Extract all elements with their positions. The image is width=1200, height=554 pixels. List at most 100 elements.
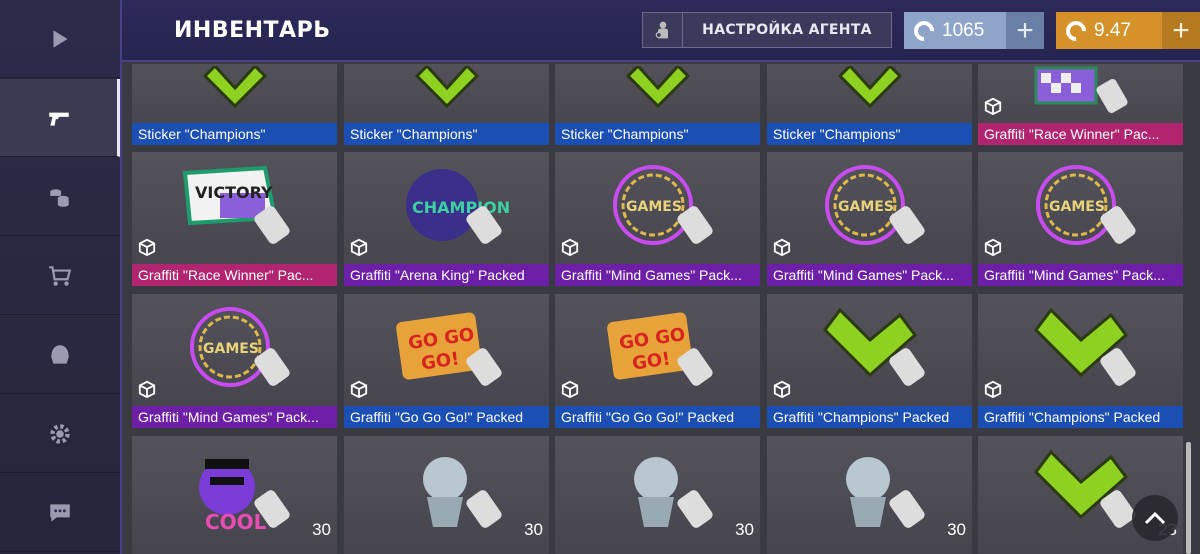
item-label: Graffiti "Champions" Packed (767, 406, 972, 428)
graffiti-go-go-go-image: GO GO GO! (344, 294, 549, 406)
inventory-item[interactable]: COOL 30 (132, 436, 337, 554)
package-icon (138, 380, 156, 398)
sidebar-item-chat[interactable] (0, 474, 120, 552)
package-icon (984, 97, 1002, 115)
item-label: Graffiti "Mind Games" Pack... (555, 264, 760, 286)
sidebar-item-shop[interactable] (0, 237, 120, 315)
inventory-item[interactable]: GAMES Graffiti "Mind Games" Pack... (978, 152, 1183, 286)
inventory-item[interactable]: CHAMPION Graffiti "Arena King" Packed (344, 152, 549, 286)
item-label: Graffiti "Champions" Packed (978, 406, 1183, 428)
item-label: Graffiti "Mind Games" Pack... (767, 264, 972, 286)
credits-balance: 1065 + (904, 12, 1044, 49)
item-label: Graffiti "Go Go Go!" Packed (555, 406, 760, 428)
chat-icon (50, 503, 70, 522)
credits-coin-icon (909, 16, 939, 45)
svg-text:COOL: COOL (205, 510, 267, 534)
coins-icon (50, 188, 69, 207)
item-label: Graffiti "Race Winner" Pac... (132, 264, 337, 286)
svg-text:VICTORY: VICTORY (195, 183, 273, 202)
inventory-item[interactable]: 30 (555, 436, 760, 554)
graffiti-ct-eliminated-image (767, 436, 972, 548)
inventory-item[interactable]: Graffiti "Race Winner" Pac... (978, 64, 1183, 145)
svg-text:GAMES: GAMES (838, 199, 894, 215)
inventory-item[interactable]: 30 (767, 436, 972, 554)
item-label: Graffiti "Mind Games" Pack... (132, 406, 337, 428)
inventory-item[interactable]: 30 (344, 436, 549, 554)
cart-icon (49, 265, 72, 286)
agent-icon (643, 13, 683, 47)
graffiti-race-winner-image (978, 64, 1183, 123)
play-icon (53, 29, 68, 48)
item-label: Graffiti "Go Go Go!" Packed (344, 406, 549, 428)
item-label: Sticker "Champions" (767, 123, 972, 145)
graffiti-mind-games-image: GAMES (767, 152, 972, 264)
item-count: 30 (947, 520, 966, 539)
graffiti-mind-games-image: GAMES (555, 152, 760, 264)
sidebar (0, 0, 122, 554)
svg-text:GAMES: GAMES (203, 341, 259, 357)
sidebar-item-clan[interactable] (0, 316, 120, 394)
svg-text:GAMES: GAMES (1049, 199, 1105, 215)
sticker-champions-image (344, 64, 549, 123)
gold-value: 9.47 (1094, 19, 1131, 41)
graffiti-mind-games-image: GAMES (132, 294, 337, 406)
package-icon (350, 238, 368, 256)
graffiti-champions-image (978, 294, 1183, 406)
package-icon (561, 238, 579, 256)
top-bar: ИНВЕНТАРЬ НАСТРОЙКА АГЕНТА 1065 + 9.47 + (122, 0, 1200, 62)
inventory-item[interactable]: Sticker "Champions" (344, 64, 549, 145)
scrollbar-thumb[interactable] (1186, 442, 1191, 554)
item-label: Sticker "Champions" (344, 123, 549, 145)
add-credits-button[interactable]: + (1006, 12, 1044, 49)
inventory-item[interactable]: VICTORY Graffiti "Race Winner" Pac... (132, 152, 337, 286)
graffiti-go-go-go-image: GO GO GO! (555, 294, 760, 406)
sticker-champions-image (767, 64, 972, 123)
add-gold-button[interactable]: + (1162, 12, 1200, 49)
inventory-grid: Sticker "Champions" Sticker "Champions" … (122, 64, 1200, 554)
sidebar-item-play[interactable] (0, 0, 120, 78)
item-count: 30 (312, 520, 331, 539)
svg-text:CHAMPION: CHAMPION (412, 198, 510, 217)
package-icon (984, 380, 1002, 398)
inventory-item[interactable]: Sticker "Champions" (555, 64, 760, 145)
inventory-item[interactable]: Sticker "Champions" (767, 64, 972, 145)
inventory-item[interactable]: GO GO GO! Graffiti "Go Go Go!" Packed (555, 294, 760, 428)
sidebar-item-coins[interactable] (0, 158, 120, 236)
inventory-item[interactable]: GAMES Graffiti "Mind Games" Pack... (132, 294, 337, 428)
graffiti-cool-image: COOL (132, 436, 337, 548)
item-label: Graffiti "Mind Games" Pack... (978, 264, 1183, 286)
scroll-to-top-button[interactable] (1132, 495, 1178, 541)
sidebar-item-settings[interactable] (0, 395, 120, 473)
inventory-item[interactable]: GAMES Graffiti "Mind Games" Pack... (767, 152, 972, 286)
gear-icon (50, 423, 70, 444)
graffiti-race-winner-image: VICTORY (132, 152, 337, 264)
item-label: Sticker "Champions" (555, 123, 760, 145)
svg-text:GAMES: GAMES (626, 199, 682, 215)
package-icon (350, 380, 368, 398)
gold-balance: 9.47 + (1056, 12, 1200, 49)
inventory-item[interactable]: Graffiti "Champions" Packed (767, 294, 972, 428)
agent-settings-label: НАСТРОЙКА АГЕНТА (702, 22, 872, 38)
item-label: Sticker "Champions" (132, 123, 337, 145)
inventory-item[interactable]: Sticker "Champions" (132, 64, 337, 145)
sticker-champions-image (132, 64, 337, 123)
agent-settings-button[interactable]: НАСТРОЙКА АГЕНТА (642, 12, 892, 48)
package-icon (773, 380, 791, 398)
sidebar-item-inventory[interactable] (0, 79, 120, 157)
page-title: ИНВЕНТАРЬ (174, 18, 331, 43)
inventory-item[interactable]: Graffiti "Champions" Packed (978, 294, 1183, 428)
helmet-icon (51, 344, 69, 364)
item-count: 30 (735, 520, 754, 539)
inventory-item[interactable]: GAMES Graffiti "Mind Games" Pack... (555, 152, 760, 286)
inventory-item[interactable]: GO GO GO! Graffiti "Go Go Go!" Packed (344, 294, 549, 428)
item-label: Graffiti "Race Winner" Pac... (978, 123, 1183, 145)
graffiti-champions-image (767, 294, 972, 406)
item-count: 30 (524, 520, 543, 539)
graffiti-mind-games-image: GAMES (978, 152, 1183, 264)
gold-coin-icon (1061, 16, 1091, 45)
graffiti-ct-eliminated-image (555, 436, 760, 548)
pistol-icon (48, 112, 69, 126)
credits-value: 1065 (942, 19, 985, 41)
package-icon (561, 380, 579, 398)
package-icon (773, 238, 791, 256)
